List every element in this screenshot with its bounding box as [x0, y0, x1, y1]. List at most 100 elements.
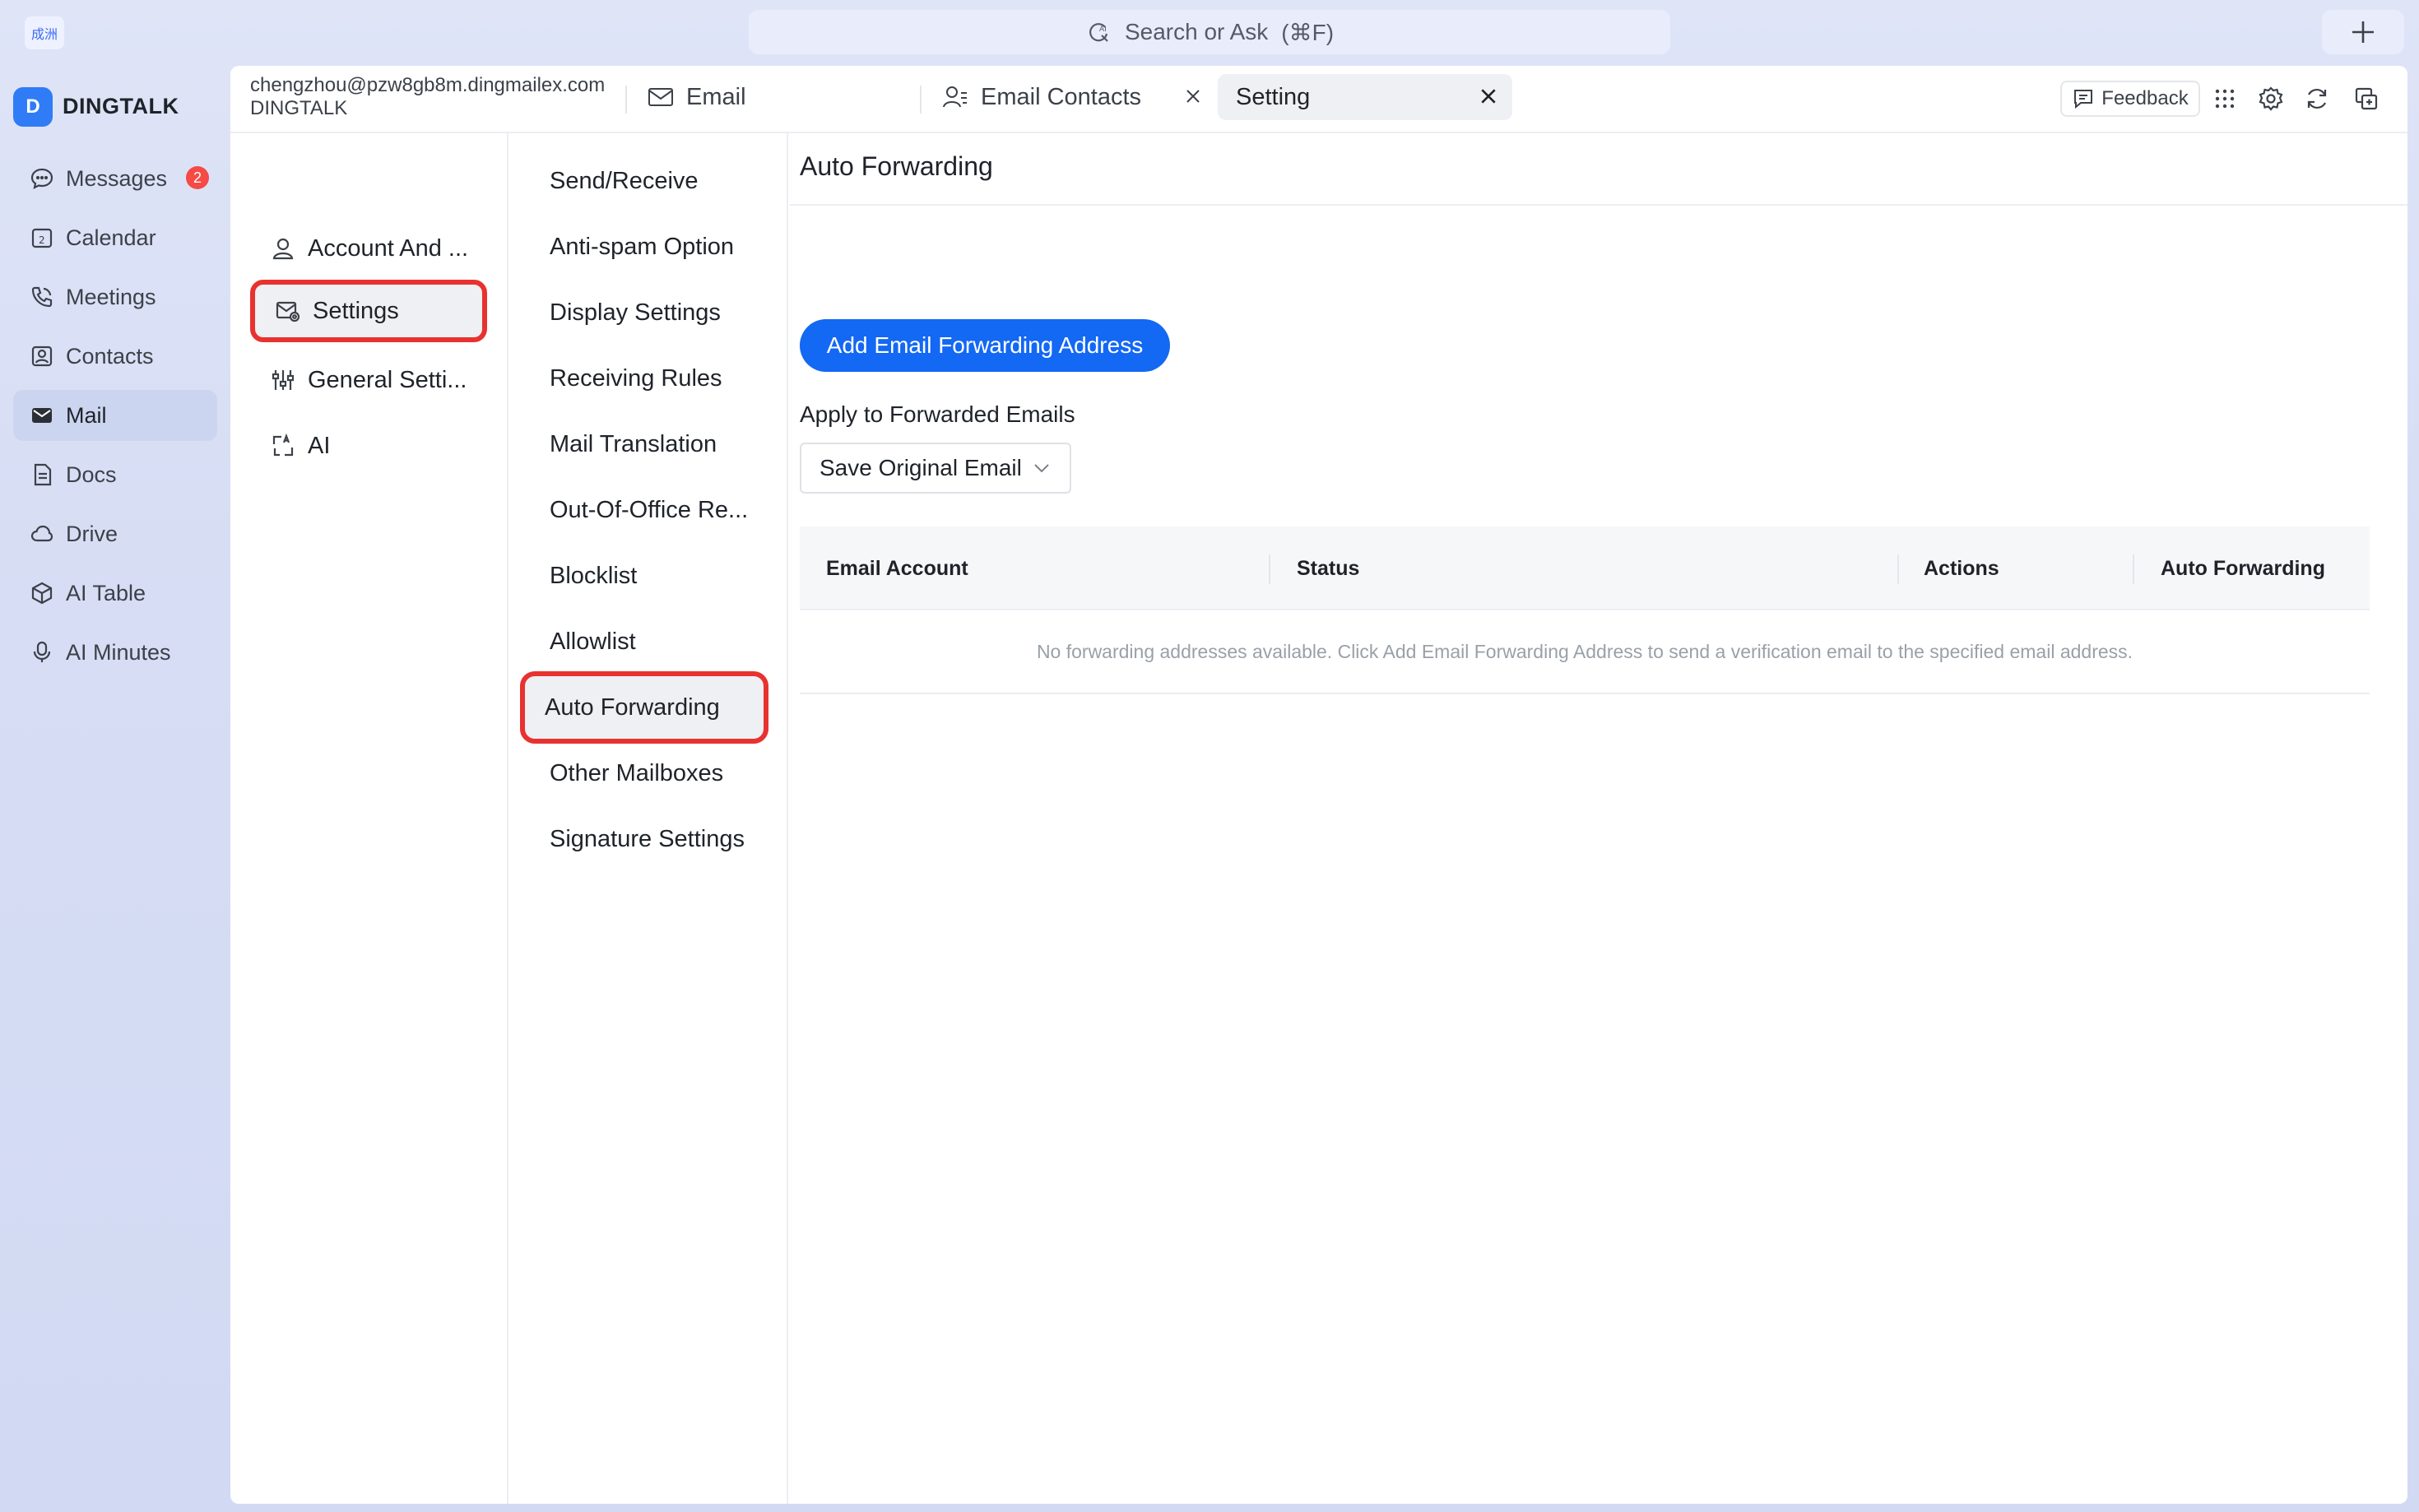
sidebar-item-label: Docs — [66, 461, 117, 487]
chevron-down-icon — [1034, 464, 1049, 473]
close-icon[interactable] — [1476, 84, 1501, 109]
sidebar-item-label: Mail — [66, 402, 107, 428]
table-header: Email Account Status Actions Auto Forwar… — [800, 526, 2370, 610]
page-title: Auto Forwarding — [800, 151, 993, 181]
tab-label: Setting — [1236, 83, 1311, 110]
settings-category-account[interactable]: Account And ... — [250, 222, 485, 275]
gear-icon[interactable] — [2256, 84, 2286, 114]
column-header-email-account: Email Account — [826, 556, 968, 580]
account-email[interactable]: chengzhou@pzw8gb8m.dingmailex.com — [250, 74, 605, 97]
refresh-icon[interactable] — [2302, 84, 2332, 114]
cloud-icon — [30, 525, 53, 542]
envelope-icon — [648, 88, 673, 106]
settings-item-signature[interactable]: Signature Settings — [530, 808, 772, 870]
app-logo[interactable]: 成洲 — [25, 16, 64, 49]
settings-item-display[interactable]: Display Settings — [530, 281, 772, 344]
new-window-icon[interactable] — [2352, 84, 2381, 114]
settings-item-mail-translation[interactable]: Mail Translation — [530, 413, 772, 475]
tab-bar: chengzhou@pzw8gb8m.dingmailex.com DINGTA… — [230, 66, 2407, 133]
ai-translate-icon — [272, 433, 294, 457]
svg-text:2: 2 — [39, 234, 45, 246]
sidebar-item-label: Messages — [66, 165, 168, 191]
search-bar[interactable]: AI Search or Ask (⌘F) — [749, 10, 1670, 54]
tab-email[interactable]: Email — [629, 74, 746, 120]
category-label: Account And ... — [308, 234, 469, 262]
calendar-icon: 2 — [31, 228, 53, 248]
tab-setting[interactable]: Setting — [1218, 74, 1512, 120]
sidebar-item-meetings[interactable]: Meetings — [13, 271, 217, 322]
org-avatar[interactable]: D — [13, 87, 53, 127]
settings-item-allowlist[interactable]: Allowlist — [530, 610, 772, 673]
sidebar-item-drive[interactable]: Drive — [13, 508, 217, 559]
unread-badge: 2 — [186, 166, 209, 189]
table-empty-state: No forwarding addresses available. Click… — [800, 610, 2370, 694]
settings-item-send-receive[interactable]: Send/Receive — [530, 150, 772, 212]
tab-email-contacts[interactable]: Email Contacts — [923, 74, 1141, 120]
add-forwarding-address-button[interactable]: Add Email Forwarding Address — [800, 319, 1170, 372]
microphone-icon — [33, 641, 51, 662]
settings-category-general[interactable]: General Setti... — [250, 354, 485, 406]
account-org: DINGTALK — [250, 97, 348, 119]
apply-forwarded-label: Apply to Forwarded Emails — [800, 401, 1075, 427]
forwarding-table: Email Account Status Actions Auto Forwar… — [800, 526, 2370, 694]
sidebar-item-label: Contacts — [66, 343, 154, 369]
divider — [790, 204, 2407, 206]
search-placeholder: Search or Ask — [1124, 19, 1269, 44]
mail-icon — [32, 408, 52, 423]
settings-subitems: Send/Receive Anti-spam Option Display Se… — [510, 133, 788, 1504]
chat-bubble-icon — [30, 168, 53, 189]
settings-item-receiving-rules[interactable]: Receiving Rules — [530, 347, 772, 410]
sidebar-item-ai-minutes[interactable]: AI Minutes — [13, 627, 217, 678]
category-label: General Setti... — [308, 366, 467, 393]
new-button[interactable] — [2322, 10, 2404, 54]
tab-separator — [625, 86, 627, 114]
tab-separator — [920, 86, 922, 114]
sidebar-item-docs[interactable]: Docs — [13, 449, 217, 500]
feedback-button[interactable]: Feedback — [2060, 81, 2200, 117]
settings-category-ai[interactable]: AI — [250, 420, 485, 472]
cube-icon — [31, 582, 53, 605]
search-shortcut: (⌘F) — [1281, 19, 1335, 45]
settings-category-settings[interactable]: Settings — [250, 280, 487, 342]
settings-item-blocklist[interactable]: Blocklist — [530, 545, 772, 607]
column-separator — [2133, 554, 2134, 584]
phone-icon — [31, 286, 53, 308]
feedback-icon — [2074, 90, 2093, 109]
sidebar-item-label: AI Minutes — [66, 639, 171, 665]
apps-grid-icon[interactable] — [2210, 84, 2240, 114]
contact-card-icon — [31, 346, 53, 367]
settings-item-auto-forwarding[interactable]: Auto Forwarding — [520, 671, 768, 744]
feedback-label: Feedback — [2101, 87, 2189, 109]
sidebar-item-contacts[interactable]: Contacts — [13, 331, 217, 382]
svg-text:AI: AI — [1099, 26, 1107, 34]
close-icon[interactable] — [1181, 84, 1205, 109]
category-label: AI — [308, 432, 331, 459]
settings-item-out-of-office[interactable]: Out-Of-Office Re... — [530, 479, 772, 541]
org-name[interactable]: DINGTALK — [63, 94, 179, 119]
settings-item-other-mailboxes[interactable]: Other Mailboxes — [530, 742, 772, 805]
sidebar-item-label: Meetings — [66, 284, 156, 309]
column-separator — [1269, 554, 1270, 584]
column-header-actions: Actions — [1924, 556, 1999, 580]
sliders-icon — [272, 370, 295, 390]
sidebar-item-label: AI Table — [66, 580, 146, 605]
mail-settings-icon — [276, 301, 300, 322]
sidebar-item-label: Calendar — [66, 225, 156, 250]
tab-label: Email — [686, 83, 746, 110]
column-header-auto-forwarding: Auto Forwarding — [2161, 556, 2325, 580]
forwarded-email-select[interactable]: Save Original Email — [800, 443, 1071, 494]
column-header-status: Status — [1297, 556, 1360, 580]
main-panel: chengzhou@pzw8gb8m.dingmailex.com DINGTA… — [230, 66, 2407, 1504]
sidebar-item-label: Drive — [66, 521, 118, 546]
category-label: Settings — [313, 297, 399, 324]
settings-item-anti-spam[interactable]: Anti-spam Option — [530, 216, 772, 278]
settings-categories: Account And ... Settings General Setti..… — [230, 133, 508, 1504]
sidebar-item-calendar[interactable]: 2 Calendar — [13, 212, 217, 263]
ai-search-icon: AI — [1089, 23, 1108, 42]
column-separator — [1897, 554, 1899, 584]
user-icon — [272, 238, 294, 260]
sidebar-item-mail[interactable]: Mail — [13, 390, 217, 441]
document-icon — [34, 463, 52, 486]
auto-forwarding-content: Auto Forwarding Add Email Forwarding Add… — [790, 133, 2407, 1504]
sidebar-item-ai-table[interactable]: AI Table — [13, 568, 217, 619]
